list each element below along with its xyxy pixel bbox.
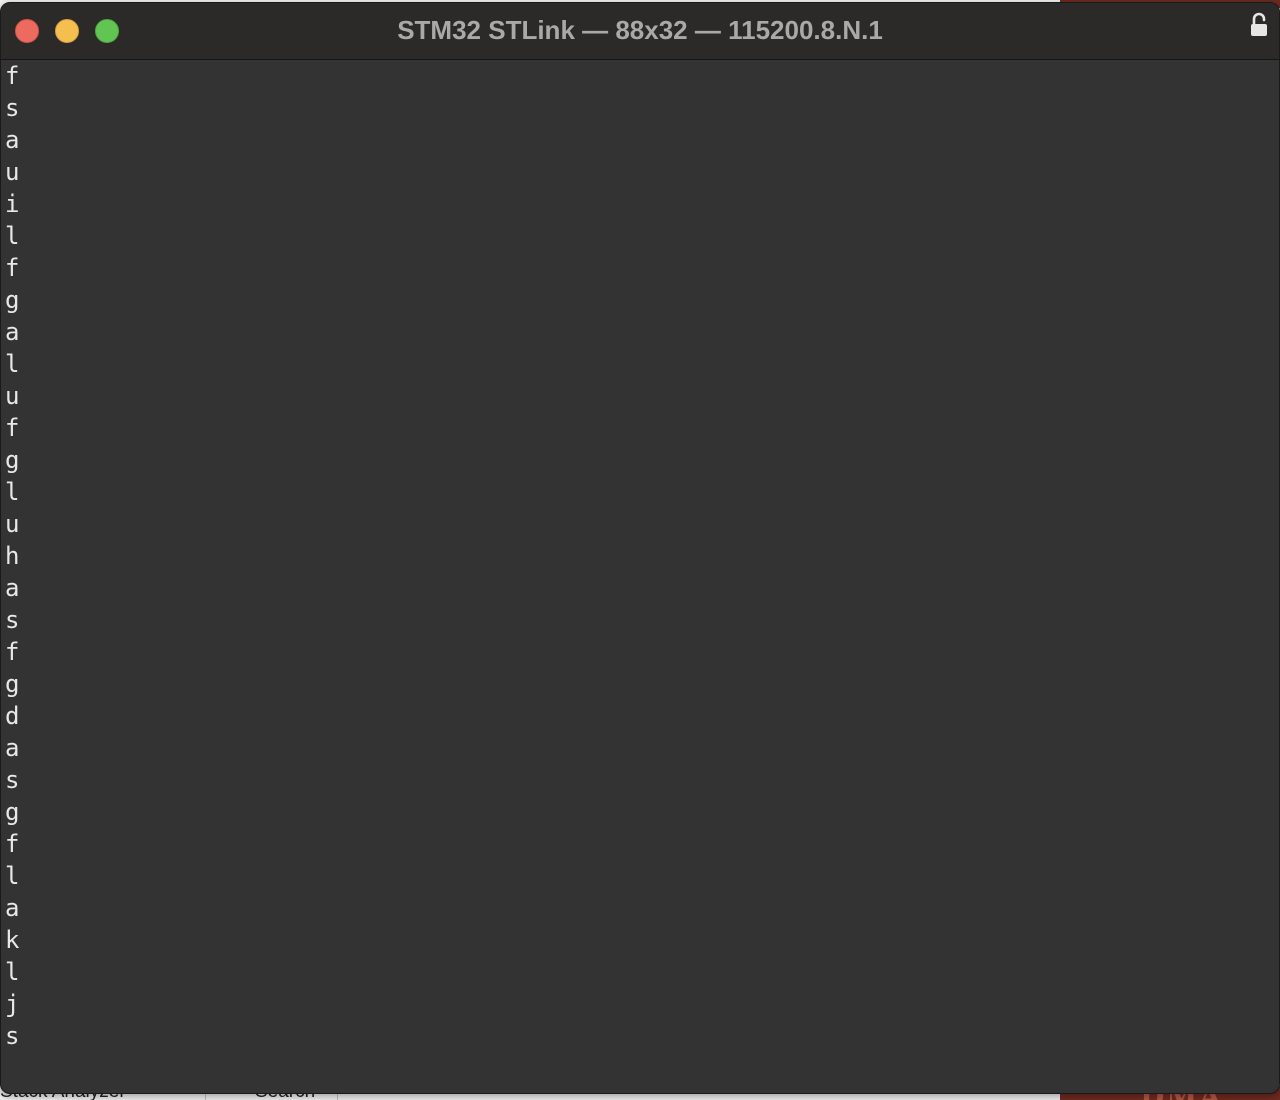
terminal-line: a: [5, 734, 20, 762]
terminal-line: l: [5, 862, 20, 890]
terminal-line: i: [5, 190, 20, 218]
window-title: STM32 STLink — 88x32 — 115200.8.N.1: [397, 15, 883, 45]
terminal-line: l: [5, 478, 20, 506]
terminal-line: f: [5, 254, 20, 282]
terminal-line: g: [5, 286, 20, 314]
terminal-line: l: [5, 350, 20, 378]
terminal-line: a: [5, 574, 20, 602]
terminal-window[interactable]: STM32 STLink — 88x32 — 115200.8.N.1 fsau…: [0, 2, 1280, 1094]
terminal-line: k: [5, 926, 20, 954]
terminal-line: s: [5, 94, 20, 122]
terminal-line: g: [5, 446, 20, 474]
terminal-line: g: [5, 670, 20, 698]
lock-icon[interactable]: [1249, 11, 1269, 39]
terminal-line: a: [5, 126, 20, 154]
terminal-line: d: [5, 702, 20, 730]
terminal-line: j: [5, 990, 20, 1018]
terminal-line: s: [5, 766, 20, 794]
terminal-line: l: [5, 222, 20, 250]
terminal-line: s: [5, 606, 20, 634]
terminal-line: f: [5, 62, 20, 90]
terminal-line: u: [5, 382, 20, 410]
terminal-line: a: [5, 318, 20, 346]
terminal-line: f: [5, 414, 20, 442]
terminal-line: f: [5, 638, 20, 666]
terminal-line: f: [5, 830, 20, 858]
terminal-line: l: [5, 958, 20, 986]
terminal-line: u: [5, 510, 20, 538]
terminal-line: s: [5, 1022, 20, 1050]
terminal-line: a: [5, 894, 20, 922]
title-bar[interactable]: STM32 STLink — 88x32 — 115200.8.N.1: [1, 3, 1279, 60]
terminal-line: h: [5, 542, 20, 570]
terminal-output[interactable]: fsauilfgalufgluhasfgdasgflakljs: [1, 60, 1279, 1093]
terminal-line: u: [5, 158, 20, 186]
terminal-line: g: [5, 798, 20, 826]
